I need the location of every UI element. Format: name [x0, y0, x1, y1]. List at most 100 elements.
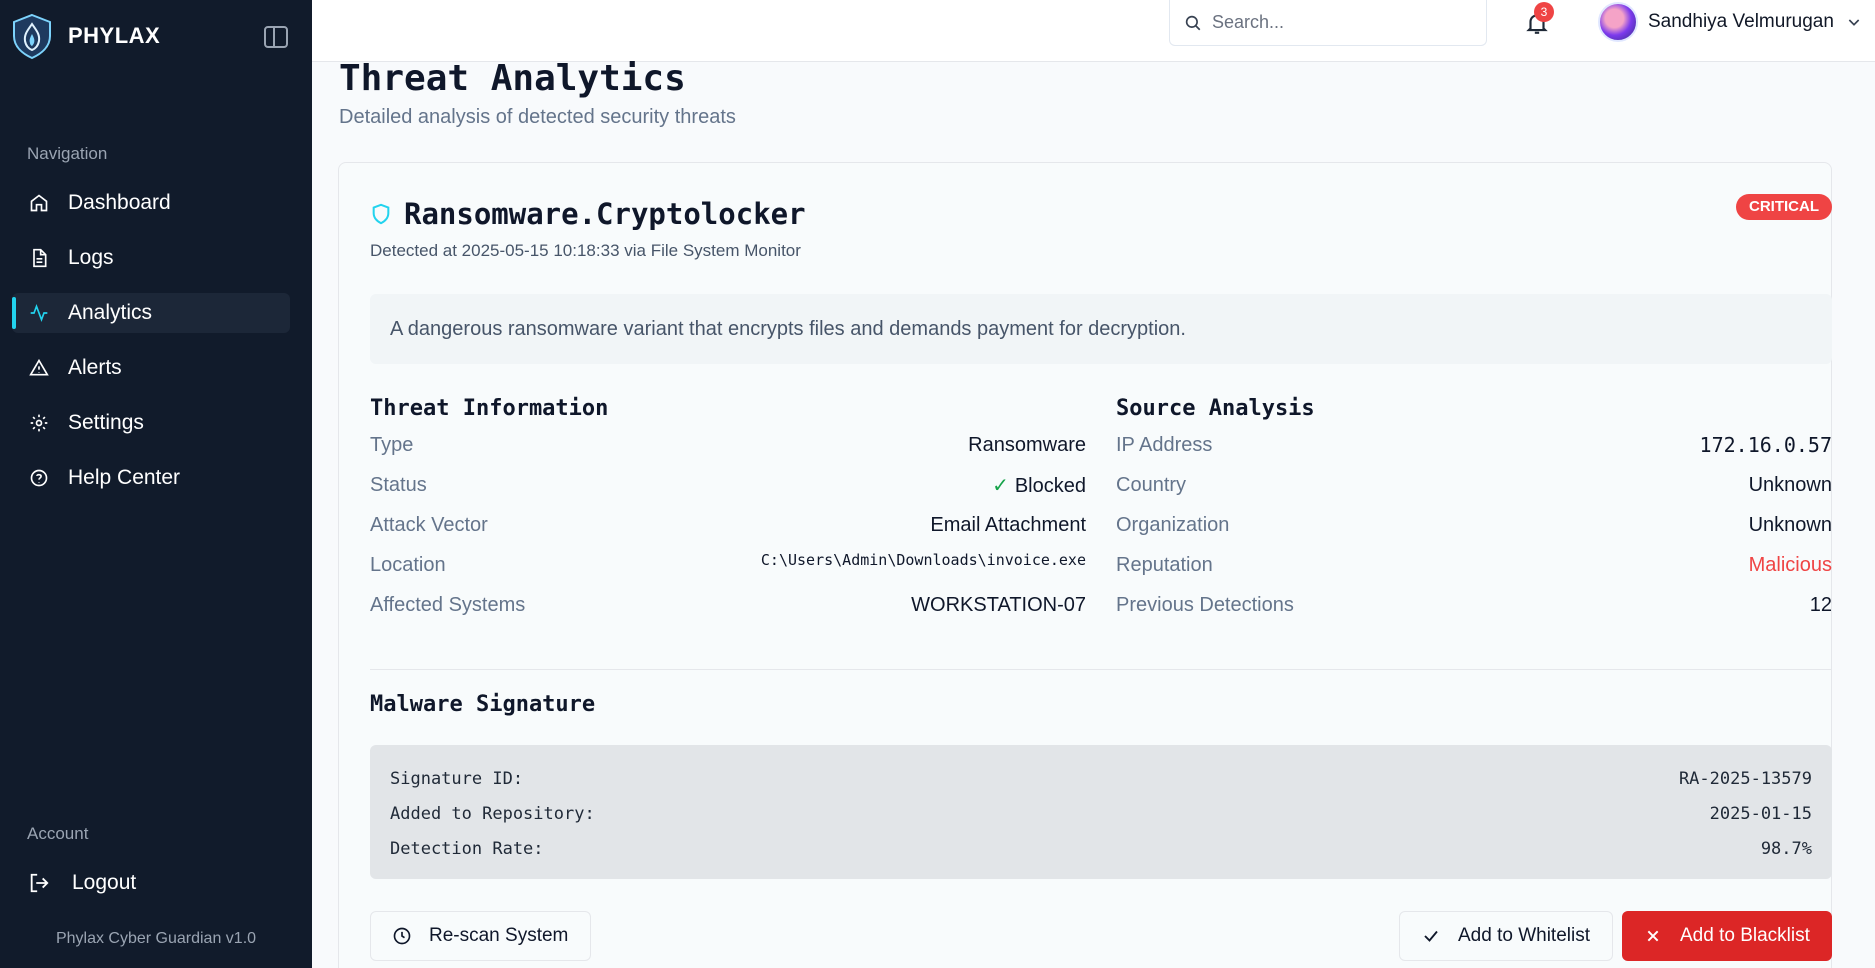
top-bar: 3 Sandhiya Velmurugan [312, 0, 1875, 62]
source-value: 12 [1809, 593, 1832, 616]
signature-box: Signature ID: RA-2025-13579 Added to Rep… [370, 745, 1832, 879]
sidebar-toggle-icon[interactable] [264, 26, 288, 48]
signature-value: 2025-01-15 [1709, 803, 1812, 824]
detected-at: Detected at 2025-05-15 10:18:33 via File… [370, 241, 801, 260]
source-value: 172.16.0.57 [1699, 433, 1832, 457]
threat-header: Ransomware.Cryptolocker [370, 197, 806, 231]
page-subtitle: Detailed analysis of detected security t… [339, 106, 736, 128]
info-value: Ransomware [968, 433, 1086, 456]
clock-icon [391, 925, 413, 947]
sidebar-item-label: Alerts [68, 356, 122, 379]
threat-information-title: Threat Information [370, 396, 609, 421]
info-row-type: Type Ransomware [370, 425, 1086, 465]
info-value: WORKSTATION-07 [911, 593, 1086, 616]
threat-description: A dangerous ransomware variant that encr… [370, 294, 1832, 364]
search-icon [1185, 15, 1201, 30]
source-key: Country [1116, 473, 1187, 496]
source-value: Unknown [1748, 513, 1832, 536]
signature-key: Detection Rate: [390, 838, 544, 859]
alert-triangle-icon [28, 357, 50, 379]
info-row-attack-vector: Attack Vector Email Attachment [370, 505, 1086, 545]
add-to-blacklist-button[interactable]: Add to Blacklist [1622, 911, 1832, 961]
sidebar-item-label: Analytics [68, 301, 153, 324]
logout-icon [28, 872, 50, 894]
brand-name: PHYLAX [68, 23, 161, 48]
activity-icon [28, 302, 50, 324]
source-key: Reputation [1116, 553, 1213, 576]
source-row-previous-detections: Previous Detections 12 [1116, 585, 1832, 625]
source-key: IP Address [1116, 433, 1213, 456]
rescan-system-button[interactable]: Re-scan System [370, 911, 591, 961]
info-row-location: Location C:\Users\Admin\Downloads\invoic… [370, 545, 1086, 585]
page-title: Threat Analytics [339, 58, 686, 99]
threat-detail-card: Ransomware.Cryptolocker Detected at 2025… [338, 162, 1832, 968]
add-to-whitelist-button[interactable]: Add to Whitelist [1399, 911, 1613, 961]
source-row-ip: IP Address 172.16.0.57 [1116, 425, 1832, 465]
sidebar-item-label: Help Center [68, 466, 181, 489]
source-key: Organization [1116, 513, 1230, 536]
info-value: Blocked [1014, 474, 1086, 497]
source-row-country: Country Unknown [1116, 465, 1832, 505]
close-icon [1642, 925, 1664, 947]
info-key: Type [370, 433, 414, 456]
avatar [1598, 2, 1638, 42]
sidebar-item-label: Dashboard [68, 191, 171, 214]
info-key: Affected Systems [370, 593, 526, 616]
chevron-down-icon [1848, 19, 1860, 26]
sidebar-item-settings[interactable]: Settings [12, 403, 290, 443]
malware-signature-title: Malware Signature [370, 692, 596, 717]
source-analysis-title: Source Analysis [1116, 396, 1315, 421]
help-circle-icon [28, 467, 50, 489]
info-value: Email Attachment [930, 513, 1086, 536]
file-icon [28, 247, 50, 269]
signature-key: Signature ID: [390, 768, 524, 789]
info-row-status: Status ✓ Blocked [370, 465, 1086, 505]
sidebar-item-help-center[interactable]: Help Center [12, 458, 290, 498]
sidebar-item-alerts[interactable]: Alerts [12, 348, 290, 388]
signature-row: Added to Repository: 2025-01-15 [390, 796, 1812, 831]
nav-section-label: Navigation [27, 144, 108, 163]
logout-label: Logout [72, 871, 137, 894]
user-name: Sandhiya Velmurugan [1648, 11, 1834, 32]
sidebar-item-label: Settings [68, 411, 144, 434]
signature-value: RA-2025-13579 [1678, 768, 1812, 789]
threat-name: Ransomware.Cryptolocker [404, 197, 806, 231]
logout-button[interactable]: Logout [12, 863, 290, 903]
severity-badge: CRITICAL [1736, 194, 1832, 220]
signature-key: Added to Repository: [390, 803, 595, 824]
account-section-label: Account [27, 824, 89, 843]
gear-icon [28, 412, 50, 434]
whitelist-label: Add to Whitelist [1458, 925, 1590, 946]
threat-description-text: A dangerous ransomware variant that encr… [390, 317, 1186, 340]
info-key: Location [370, 553, 446, 576]
user-menu[interactable]: Sandhiya Velmurugan [1598, 2, 1862, 42]
info-row-affected-systems: Affected Systems WORKSTATION-07 [370, 585, 1086, 625]
home-icon [28, 192, 50, 214]
source-value: Unknown [1748, 473, 1832, 496]
status-value: ✓ Blocked [992, 473, 1086, 498]
phylax-logo-icon [13, 13, 51, 60]
rescan-label: Re-scan System [429, 925, 569, 946]
search-box[interactable] [1169, 0, 1487, 46]
sidebar: PHYLAX Navigation Dashboard Logs Analyti… [0, 0, 312, 968]
check-icon: ✓ [992, 474, 1009, 497]
signature-row: Detection Rate: 98.7% [390, 831, 1812, 866]
source-key: Previous Detections [1116, 593, 1294, 616]
source-row-reputation: Reputation Malicious [1116, 545, 1832, 585]
info-key: Attack Vector [370, 513, 488, 536]
sidebar-item-logs[interactable]: Logs [12, 238, 290, 278]
info-value: C:\Users\Admin\Downloads\invoice.exe [760, 551, 1086, 569]
search-input[interactable] [1212, 12, 1452, 33]
source-value: Malicious [1748, 553, 1832, 576]
blacklist-label: Add to Blacklist [1680, 925, 1810, 946]
sidebar-item-analytics[interactable]: Analytics [12, 293, 290, 333]
notification-badge: 3 [1534, 2, 1554, 22]
check-icon [1420, 925, 1442, 947]
shield-icon [372, 203, 390, 225]
signature-row: Signature ID: RA-2025-13579 [390, 761, 1812, 796]
brand[interactable]: PHYLAX [8, 12, 160, 60]
source-row-organization: Organization Unknown [1116, 505, 1832, 545]
info-key: Status [370, 473, 427, 496]
sidebar-item-dashboard[interactable]: Dashboard [12, 183, 290, 223]
sidebar-item-label: Logs [68, 246, 114, 269]
